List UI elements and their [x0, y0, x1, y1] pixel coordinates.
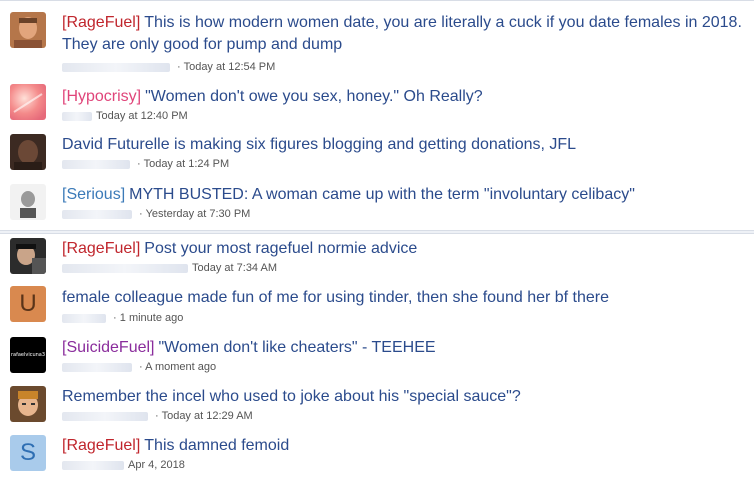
thread-meta: · Today at 12:29 AM [62, 409, 253, 423]
thread-meta: Today at 12:40 PM [62, 109, 188, 123]
thread-time[interactable]: Today at 12:54 PM [184, 61, 276, 73]
user-avatar[interactable] [10, 12, 46, 48]
thread-meta: Today at 7:34 AM [62, 261, 277, 275]
user-avatar[interactable] [10, 238, 46, 274]
thread-meta: · Today at 12:54 PM [62, 60, 275, 74]
thread-row: [Hypocrisy] "Women don't owe you sex, hon… [0, 80, 754, 130]
meta-separator: · [110, 312, 120, 324]
thread-time[interactable]: Yesterday at 7:30 PM [146, 208, 251, 220]
thread-title[interactable]: female colleague made fun of me for usin… [62, 289, 609, 306]
thread-row: [Serious] MYTH BUSTED: A woman came up wi… [0, 180, 754, 230]
user-avatar[interactable] [10, 184, 46, 220]
thread-row: S [RageFuel] This damned femoid Apr 4, 20… [0, 432, 754, 480]
thread-title-link[interactable]: [RageFuel] This is how modern women date,… [62, 12, 742, 56]
author-name[interactable] [62, 159, 130, 169]
thread-time[interactable]: Today at 12:40 PM [96, 110, 188, 122]
meta-separator: · [136, 208, 146, 220]
author-name[interactable] [62, 460, 124, 470]
thread-title-link[interactable]: Remember the incel who used to joke abou… [62, 386, 742, 408]
thread-title[interactable]: This is how modern women date, you are l… [62, 14, 742, 53]
thread-title-link[interactable]: [Serious] MYTH BUSTED: A woman came up wi… [62, 184, 742, 206]
user-photo-icon [10, 386, 46, 422]
thread-meta: Apr 4, 2018 [62, 458, 185, 472]
thread-time[interactable]: Today at 1:24 PM [144, 158, 230, 170]
meta-separator: · [174, 61, 184, 73]
avatar-text: rafaelvicuna3 [10, 352, 46, 358]
author-name[interactable] [62, 62, 170, 72]
user-photo-icon [10, 238, 46, 274]
thread-meta: · 1 minute ago [62, 311, 183, 325]
thread-title[interactable]: "Women don't owe you sex, honey." Oh Rea… [145, 88, 483, 105]
thread-title-link[interactable]: [RageFuel] This damned femoid [62, 435, 742, 457]
thread-row: [RageFuel] Post your most ragefuel normie… [0, 234, 754, 284]
thread-time[interactable]: 1 minute ago [120, 312, 184, 324]
user-photo-icon [10, 134, 46, 170]
meta-separator: · [136, 361, 146, 373]
thread-title-link[interactable]: female colleague made fun of me for usin… [62, 287, 742, 309]
thread-prefix[interactable]: [RageFuel] [62, 240, 140, 257]
thread-prefix[interactable]: [SuicideFuel] [62, 339, 155, 356]
user-avatar-letter[interactable]: U [10, 286, 46, 322]
user-avatar[interactable]: rafaelvicuna3 [10, 337, 46, 373]
thread-row: U female colleague made fun of me for us… [0, 284, 754, 334]
thread-prefix[interactable]: [RageFuel] [62, 437, 140, 454]
author-name[interactable] [62, 313, 106, 323]
thread-prefix[interactable]: [RageFuel] [62, 14, 140, 31]
avatar-letter: U [19, 290, 37, 317]
author-name[interactable] [62, 263, 188, 273]
meta-separator: · [134, 158, 144, 170]
user-avatar-letter[interactable]: S [10, 435, 46, 471]
pink-light-icon [10, 84, 46, 120]
thread-row: rafaelvicuna3 [SuicideFuel] "Women don't … [0, 334, 754, 384]
author-name[interactable] [62, 362, 132, 372]
author-name[interactable] [62, 209, 132, 219]
thread-title[interactable]: MYTH BUSTED: A woman came up with the te… [129, 186, 635, 203]
thread-title[interactable]: "Women don't like cheaters" - TEEHEE [159, 339, 436, 356]
thread-meta: · A moment ago [62, 360, 216, 374]
thread-time[interactable]: Today at 12:29 AM [162, 410, 253, 422]
meta-separator: · [152, 410, 162, 422]
thread-title-link[interactable]: David Futurelle is making six figures bl… [62, 134, 742, 156]
user-avatar[interactable] [10, 84, 46, 120]
grayscale-photo-icon [10, 184, 46, 220]
thread-row: Remember the incel who used to joke abou… [0, 383, 754, 433]
avatar-letter: S [19, 439, 36, 466]
thread-meta: · Today at 1:24 PM [62, 157, 229, 171]
user-photo-icon [10, 12, 46, 48]
thread-prefix[interactable]: [Hypocrisy] [62, 88, 141, 105]
thread-title[interactable]: This damned femoid [144, 437, 289, 454]
author-name[interactable] [62, 111, 92, 121]
thread-title-link[interactable]: [Hypocrisy] "Women don't owe you sex, hon… [62, 86, 742, 108]
thread-title-link[interactable]: [SuicideFuel] "Women don't like cheaters"… [62, 337, 742, 359]
thread-time[interactable]: Today at 7:34 AM [192, 262, 277, 274]
thread-meta: · Yesterday at 7:30 PM [62, 207, 250, 221]
thread-time[interactable]: A moment ago [145, 361, 216, 373]
thread-row: [RageFuel] This is how modern women date,… [0, 0, 754, 80]
user-avatar[interactable] [10, 134, 46, 170]
thread-title[interactable]: Remember the incel who used to joke abou… [62, 388, 521, 405]
thread-title[interactable]: David Futurelle is making six figures bl… [62, 136, 576, 153]
thread-time[interactable]: Apr 4, 2018 [128, 459, 185, 471]
thread-prefix[interactable]: [Serious] [62, 186, 125, 203]
author-name[interactable] [62, 411, 148, 421]
thread-title[interactable]: Post your most ragefuel normie advice [144, 240, 417, 257]
thread-title-link[interactable]: [RageFuel] Post your most ragefuel normie… [62, 238, 742, 260]
thread-row: David Futurelle is making six figures bl… [0, 130, 754, 180]
user-avatar[interactable] [10, 386, 46, 422]
